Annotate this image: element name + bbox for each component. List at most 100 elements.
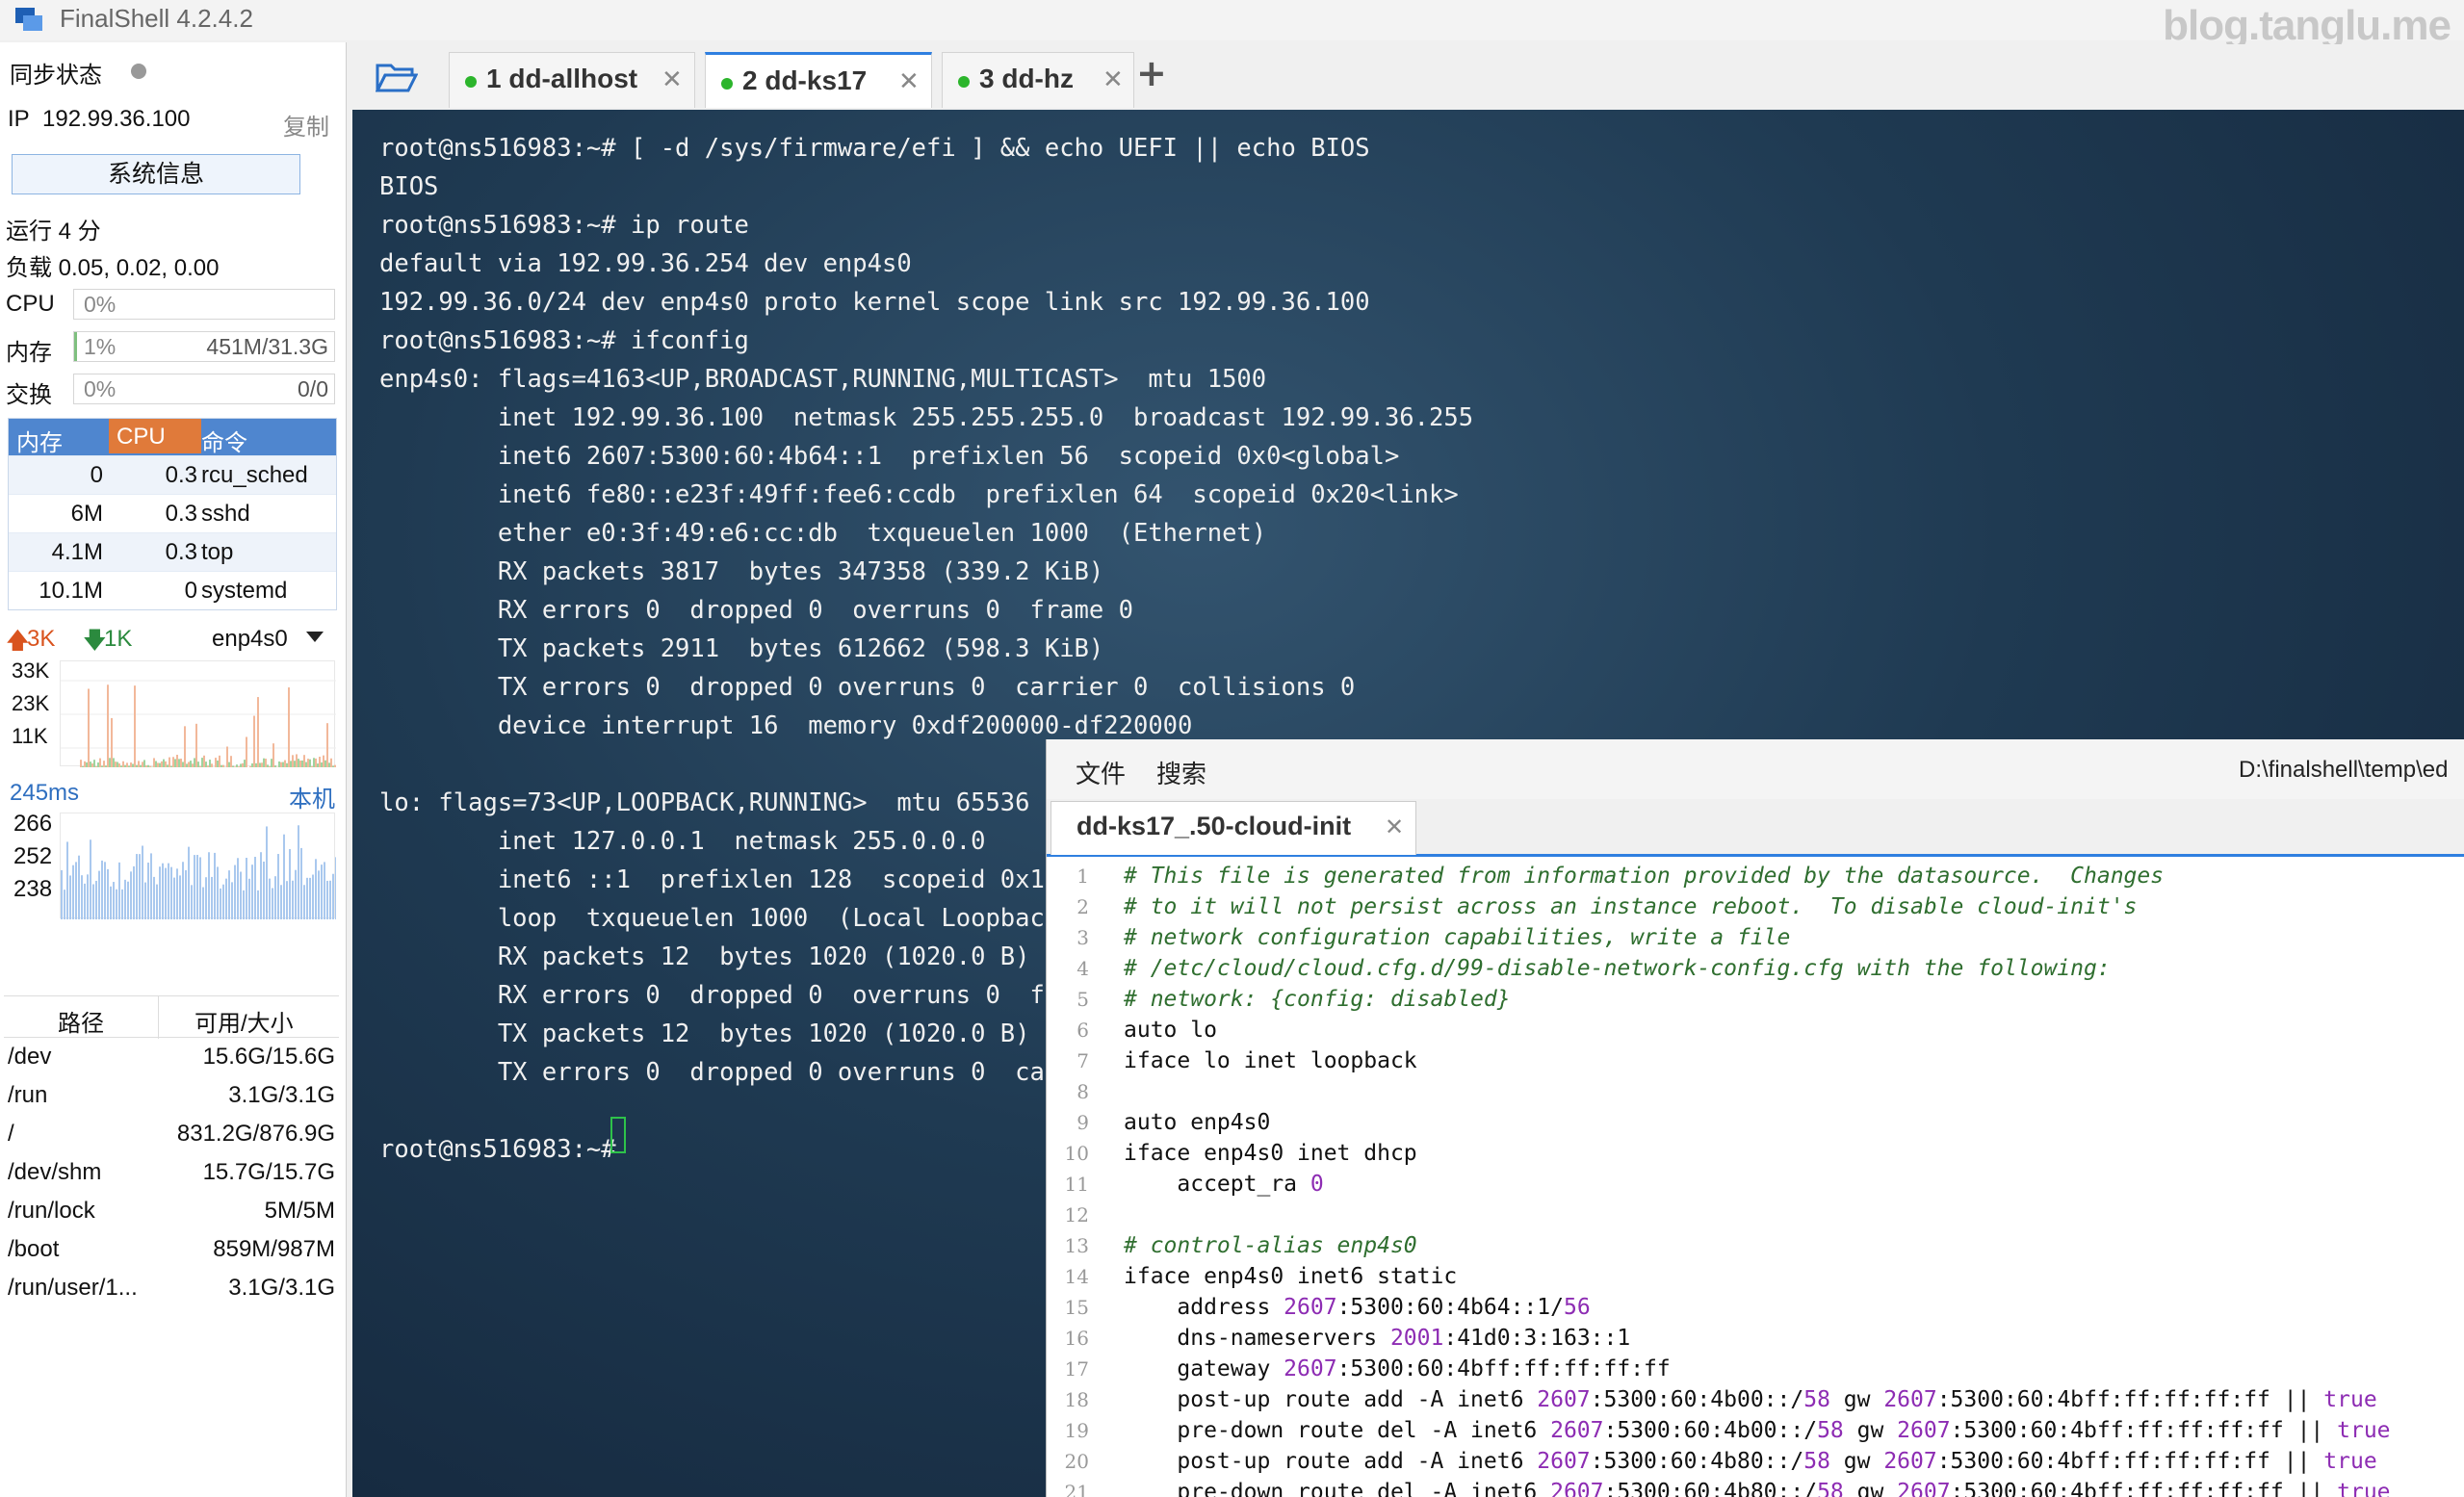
cpu-percent: 0% bbox=[84, 292, 117, 317]
table-row[interactable]: /run 3.1G/3.1G bbox=[4, 1076, 339, 1115]
net-download-bar bbox=[236, 764, 238, 767]
latency-bar bbox=[312, 874, 314, 919]
table-row[interactable]: 6M 0.3 sshd bbox=[9, 494, 336, 532]
latency-bar bbox=[202, 887, 204, 919]
net-download-bar bbox=[263, 758, 265, 767]
terminal-line: TX errors 0 dropped 0 overruns 0 carrier… bbox=[379, 673, 1356, 702]
proc-cmd: top bbox=[201, 539, 234, 565]
code-line: iface enp4s0 inet dhcp bbox=[1124, 1141, 1417, 1166]
latency-bar bbox=[104, 862, 106, 919]
fs-path: /run/user/1... bbox=[8, 1275, 138, 1301]
latency-bar bbox=[289, 848, 291, 919]
net-download-bar bbox=[305, 761, 307, 767]
table-row[interactable]: / 831.2G/876.9G bbox=[4, 1115, 339, 1153]
close-icon[interactable]: ✕ bbox=[661, 65, 683, 94]
system-info-button[interactable]: 系统信息 bbox=[12, 154, 300, 194]
net-upload-bar bbox=[118, 763, 120, 767]
latency-bar bbox=[231, 882, 233, 919]
mem-label: 内存 bbox=[6, 340, 52, 366]
chevron-down-icon[interactable] bbox=[306, 632, 324, 642]
latency-bar bbox=[220, 888, 221, 919]
net-upload-bar bbox=[284, 760, 286, 767]
fs-path: /boot bbox=[8, 1236, 60, 1262]
net-download-bar bbox=[209, 760, 211, 767]
col-mem-header[interactable]: 内存 bbox=[16, 424, 63, 457]
latency-bar bbox=[182, 862, 184, 919]
uptime-text: 运行 4 分 bbox=[6, 219, 101, 245]
col-path-header[interactable]: 路径 bbox=[58, 1004, 104, 1038]
latency-bar bbox=[196, 855, 198, 919]
latency-bar bbox=[225, 878, 227, 919]
table-row[interactable]: /boot 859M/987M bbox=[4, 1230, 339, 1269]
net-download-bar bbox=[167, 764, 169, 767]
line-number: 15 bbox=[1064, 1296, 1089, 1319]
latency-bar bbox=[292, 880, 294, 919]
net-upload-bar bbox=[88, 688, 90, 767]
latency-bar bbox=[208, 852, 210, 919]
code-line: # This file is generated from informatio… bbox=[1124, 864, 2165, 889]
net-download-bar bbox=[313, 758, 315, 767]
close-icon[interactable]: ✕ bbox=[898, 66, 920, 96]
terminal-line: root@ns516983:~# ip route bbox=[379, 211, 749, 240]
editor-tab[interactable]: dd-ks17_.50-cloud-init ✕ bbox=[1050, 801, 1416, 855]
net-upload-bar bbox=[265, 759, 267, 767]
download-rate: 1K bbox=[104, 626, 133, 652]
session-tab-bar: 1 dd-allhost ✕ 2 dd-ks17 ✕ 3 dd-hz ✕ + bbox=[352, 44, 2464, 110]
latency-target[interactable]: 本机 bbox=[289, 780, 335, 813]
close-icon[interactable]: ✕ bbox=[1385, 813, 1404, 841]
latency-bar bbox=[95, 880, 97, 919]
table-row[interactable]: 4.1M 0.3 top bbox=[9, 532, 336, 571]
close-icon[interactable]: ✕ bbox=[1102, 65, 1124, 94]
net-download-bar bbox=[197, 761, 199, 767]
net-download-bar bbox=[282, 761, 284, 767]
net-upload-bar bbox=[145, 765, 147, 767]
code-line: auto lo bbox=[1124, 1018, 1217, 1043]
terminal-line: root@ns516983:~# [ -d /sys/firmware/efi … bbox=[379, 134, 1370, 163]
latency-bar bbox=[295, 869, 297, 919]
latency-bar bbox=[110, 886, 112, 919]
net-upload-bar bbox=[203, 755, 205, 767]
table-row[interactable]: /dev 15.6G/15.6G bbox=[4, 1038, 339, 1076]
editor-code-area[interactable]: # This file is generated from informatio… bbox=[1124, 861, 2391, 1497]
latency-bar bbox=[257, 890, 259, 919]
menu-file[interactable]: 文件 bbox=[1076, 755, 1126, 790]
menu-search[interactable]: 搜索 bbox=[1156, 755, 1206, 790]
net-download-bar bbox=[220, 764, 222, 767]
code-line: # to it will not persist across an insta… bbox=[1124, 894, 2138, 919]
line-number: 17 bbox=[1064, 1357, 1089, 1381]
table-row[interactable]: /run/lock 5M/5M bbox=[4, 1192, 339, 1230]
table-row[interactable]: 10.1M 0 systemd bbox=[9, 571, 336, 609]
latency-bar bbox=[136, 854, 138, 919]
tab-dd-allhost[interactable]: 1 dd-allhost ✕ bbox=[449, 52, 695, 108]
interface-select[interactable]: enp4s0 bbox=[212, 626, 288, 653]
col-size-header[interactable]: 可用/大小 bbox=[195, 1004, 294, 1038]
table-row[interactable]: 0 0.3 rcu_sched bbox=[9, 455, 336, 494]
line-number: 10 bbox=[1064, 1142, 1089, 1165]
latency-bar bbox=[194, 855, 195, 919]
fs-path: / bbox=[8, 1121, 14, 1147]
line-number-gutter: 1 2 3 4 5 6 7 8 9 10 11 12 13 14 15 16 17 18 19 20 21 bbox=[1047, 861, 1101, 1497]
net-upload-bar bbox=[165, 761, 167, 767]
copy-ip-button[interactable]: 复制 bbox=[283, 108, 329, 142]
add-tab-icon[interactable]: + bbox=[1136, 52, 1167, 94]
table-row[interactable]: /run/user/1... 3.1G/3.1G bbox=[4, 1269, 339, 1307]
latency-bar bbox=[306, 877, 308, 919]
latency-bar bbox=[298, 825, 299, 919]
net-download-bar bbox=[163, 759, 165, 767]
col-cmd-header[interactable]: 命令 bbox=[201, 424, 247, 457]
net-download-bar bbox=[301, 760, 303, 767]
net-upload-bar bbox=[107, 684, 109, 767]
col-cpu-header[interactable]: CPU bbox=[109, 419, 201, 453]
tab-dd-hz[interactable]: 3 dd-hz ✕ bbox=[942, 52, 1134, 108]
net-upload-bar bbox=[169, 757, 170, 767]
table-row[interactable]: /dev/shm 15.7G/15.7G bbox=[4, 1153, 339, 1192]
folder-open-icon[interactable] bbox=[376, 60, 418, 94]
proc-cpu: 0 bbox=[184, 578, 197, 604]
editor-tab-label: dd-ks17_.50-cloud-init bbox=[1076, 812, 1352, 840]
line-number: 19 bbox=[1064, 1419, 1089, 1442]
net-download-bar bbox=[217, 761, 219, 767]
tab-dd-ks17[interactable]: 2 dd-ks17 ✕ bbox=[705, 52, 932, 108]
terminal-line: enp4s0: flags=4163<UP,BROADCAST,RUNNING,… bbox=[379, 365, 1267, 394]
net-upload-bar bbox=[188, 761, 190, 767]
line-number: 18 bbox=[1064, 1388, 1089, 1411]
